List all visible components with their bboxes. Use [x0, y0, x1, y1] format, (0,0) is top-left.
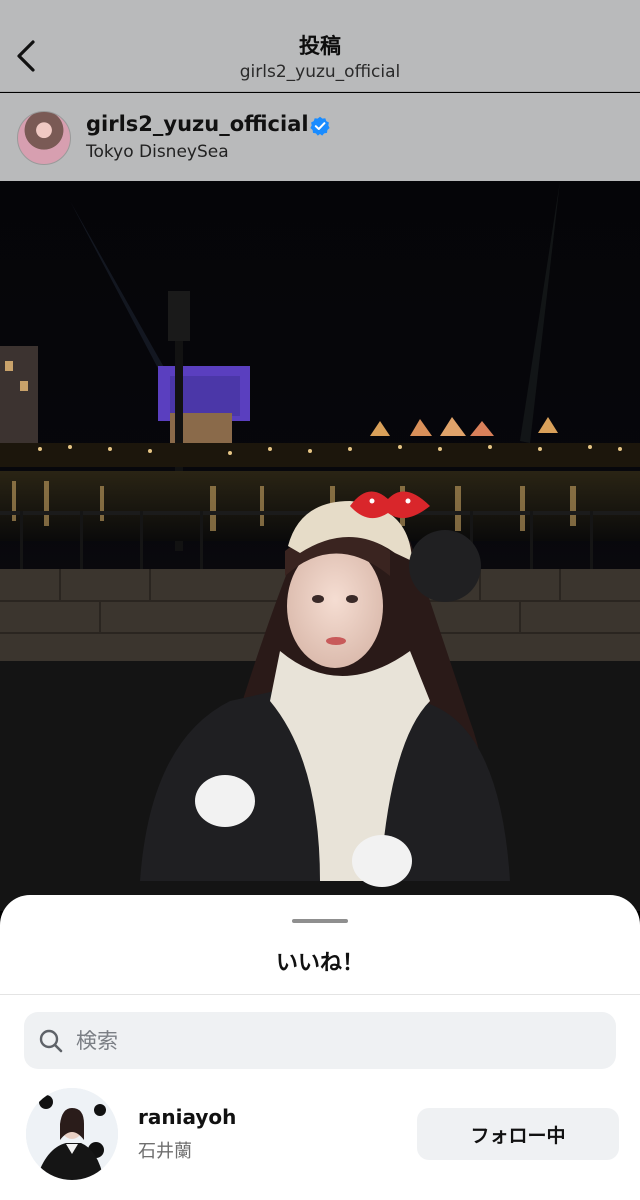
list-item[interactable]: raniayoh 石井蘭 フォロー中: [0, 1085, 640, 1185]
page-title: 投稿: [299, 34, 341, 58]
avatar-image: [26, 1088, 118, 1180]
post-location[interactable]: Tokyo DisneySea: [86, 142, 229, 162]
avatar[interactable]: [26, 1088, 118, 1180]
search-box[interactable]: [24, 1012, 616, 1069]
page-subtitle: girls2_yuzu_official: [239, 62, 401, 82]
user-full-name: 石井蘭: [138, 1141, 192, 1162]
sheet-grabber[interactable]: [292, 919, 348, 923]
sheet-divider: [0, 994, 640, 995]
following-button[interactable]: フォロー中: [417, 1108, 619, 1160]
verified-badge-icon: [310, 116, 330, 136]
post-username[interactable]: girls2_yuzu_official: [86, 112, 309, 136]
sheet-title: いいね！: [275, 951, 364, 976]
avatar[interactable]: [17, 111, 71, 165]
top-bar: 投稿 girls2_yuzu_official: [0, 0, 640, 92]
post-photo[interactable]: [0, 181, 640, 911]
likes-sheet: いいね！ raniayoh 石井蘭 フォロー中: [0, 895, 640, 1200]
search-input[interactable]: [76, 1024, 596, 1058]
user-handle[interactable]: raniayoh: [138, 1105, 236, 1129]
post-header: [0, 93, 640, 232]
photo-illustration: [0, 181, 640, 911]
search-icon: [39, 1029, 63, 1053]
